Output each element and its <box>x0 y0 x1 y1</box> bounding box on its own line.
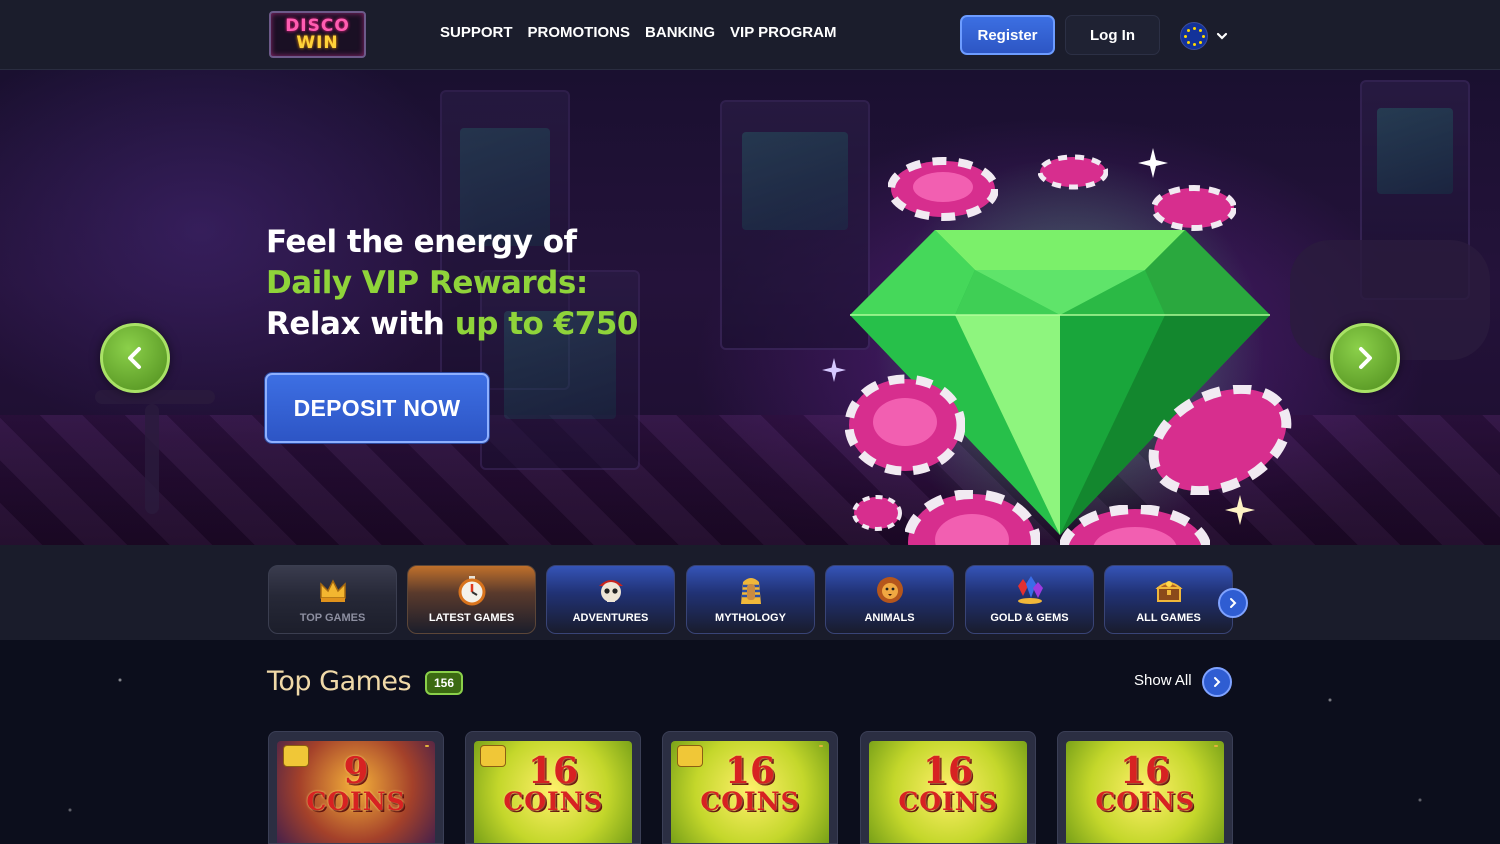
register-button[interactable]: Register <box>960 15 1055 55</box>
games-count-badge: 156 <box>425 671 464 695</box>
poker-chip <box>905 490 1040 545</box>
game-title-number: 9 <box>343 750 369 792</box>
eu-flag-icon <box>1180 22 1208 50</box>
poker-chip <box>1060 505 1210 545</box>
game-title-word: COINS <box>306 787 406 816</box>
bar-stool <box>145 404 159 514</box>
game-title-number: 16 <box>1119 750 1171 792</box>
game-title-word: COINS <box>1095 787 1195 816</box>
game-card[interactable]: 16 COINS <box>1057 731 1233 844</box>
pharaoh-icon <box>740 578 761 604</box>
category-animals[interactable]: ANIMALS <box>825 565 954 634</box>
treasure-chest-icon <box>1154 581 1183 602</box>
game-thumbnail: 16 COINS <box>474 741 632 843</box>
hero-bonus-amount: up to €750 <box>454 306 639 342</box>
sparkle-icon <box>1225 495 1255 525</box>
category-label: GOLD & GEMS <box>990 612 1069 624</box>
gems-icon <box>1017 576 1043 604</box>
category-all-games[interactable]: ALL GAMES <box>1104 565 1233 634</box>
category-label: ALL GAMES <box>1136 612 1201 624</box>
poker-chip <box>1148 385 1292 495</box>
deposit-now-button[interactable]: DEPOSIT NOW <box>265 373 489 443</box>
category-top-games[interactable]: TOP GAMES <box>268 565 397 634</box>
top-games-section: Top Games 156 Show All 9 COINS 16 COINS … <box>0 640 1500 844</box>
crown-icon <box>319 579 346 602</box>
edition-tag-icon <box>819 745 823 747</box>
carousel-prev-button[interactable] <box>100 323 170 393</box>
game-card[interactable]: 16 COINS <box>465 731 641 844</box>
hero-line-2: Daily VIP Rewards: <box>266 265 588 301</box>
game-card[interactable]: 16 COINS <box>662 731 838 844</box>
jackpot-seal-icon <box>677 745 703 767</box>
bar-stool <box>95 390 215 404</box>
poker-chip <box>888 157 998 221</box>
game-title-word: COINS <box>898 787 998 816</box>
poker-chip <box>1152 185 1236 231</box>
lion-icon <box>876 577 903 603</box>
category-label: LATEST GAMES <box>428 612 515 624</box>
game-title-number: 16 <box>922 750 974 792</box>
game-thumbnail: 16 COINS <box>671 741 829 843</box>
chevron-right-icon <box>1214 677 1221 687</box>
sparkle-icon <box>822 358 846 382</box>
hero-line-3: Relax with up to €750 <box>266 304 686 345</box>
game-title-word: COINS <box>503 787 603 816</box>
chevron-left-icon <box>128 347 141 369</box>
chevron-down-icon <box>1216 32 1228 40</box>
category-label: MYTHOLOGY <box>715 612 786 624</box>
carousel-next-button[interactable] <box>1330 323 1400 393</box>
poker-chip <box>845 374 965 476</box>
hero-headline: Feel the energy of Daily VIP Rewards: Re… <box>266 222 686 345</box>
category-scroll-next-button[interactable] <box>1218 588 1248 618</box>
section-title: Top Games <box>267 666 412 697</box>
game-title-number: 16 <box>527 750 579 792</box>
logo-line-2: WIN <box>296 32 339 53</box>
site-header: DISCO WIN SUPPORT PROMOTIONS BANKING VIP… <box>0 0 1500 70</box>
chevron-right-icon <box>1230 598 1237 608</box>
show-all-button[interactable] <box>1202 667 1232 697</box>
game-thumbnail: 16 COINS <box>869 741 1027 843</box>
category-adventures[interactable]: ADVENTURES <box>546 565 675 634</box>
login-button[interactable]: Log In <box>1065 15 1160 55</box>
language-selector[interactable] <box>1180 20 1238 52</box>
category-label: ANIMALS <box>864 612 915 624</box>
hero-line-1: Feel the energy of <box>266 224 577 260</box>
category-bar: TOP GAMES LATEST GAMES ADVENTURES MYTHOL… <box>0 545 1500 640</box>
poker-chip <box>1038 154 1108 190</box>
hero-line-3-prefix: Relax with <box>266 306 455 342</box>
nav-vip-program[interactable]: VIP PROGRAM <box>730 24 836 41</box>
easter-chick-icon <box>480 745 506 767</box>
show-all-link[interactable]: Show All <box>1134 672 1192 689</box>
game-thumbnail: 16 COINS <box>1066 741 1224 843</box>
category-label: TOP GAMES <box>299 612 366 624</box>
nav-banking[interactable]: BANKING <box>645 24 715 41</box>
game-card[interactable]: 9 COINS <box>268 731 444 844</box>
category-gold-and-gems[interactable]: GOLD & GEMS <box>965 565 1094 634</box>
game-title-number: 16 <box>724 750 776 792</box>
game-card[interactable]: 16 COINS <box>860 731 1036 844</box>
game-title-word: COINS <box>700 787 800 816</box>
category-mythology[interactable]: MYTHOLOGY <box>686 565 815 634</box>
nav-support[interactable]: SUPPORT <box>440 24 513 41</box>
jackpot-seal-icon <box>283 745 309 767</box>
disco-win-logo[interactable]: DISCO WIN <box>269 11 366 58</box>
main-nav: SUPPORT PROMOTIONS BANKING VIP PROGRAM <box>440 24 836 41</box>
game-thumbnail: 9 COINS <box>277 741 435 843</box>
hero-banner: Feel the energy of Daily VIP Rewards: Re… <box>0 70 1500 545</box>
category-latest-games[interactable]: LATEST GAMES <box>407 565 536 634</box>
poker-chip <box>852 495 902 531</box>
stopwatch-icon <box>458 576 485 606</box>
category-label: ADVENTURES <box>572 612 649 624</box>
sparkle-icon <box>1138 148 1168 178</box>
chevron-right-icon <box>1359 347 1372 369</box>
edition-tag-icon <box>1214 745 1218 747</box>
nav-promotions[interactable]: PROMOTIONS <box>528 24 631 41</box>
edition-tag-icon <box>425 745 429 747</box>
pirate-skull-icon <box>598 580 623 602</box>
